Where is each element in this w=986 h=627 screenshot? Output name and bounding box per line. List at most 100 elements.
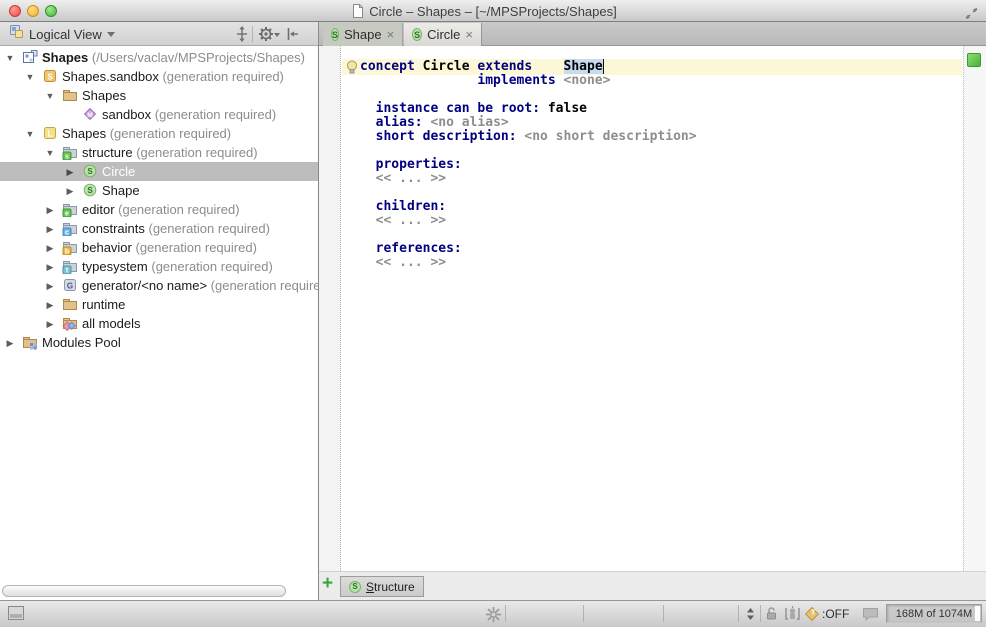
editor-text[interactable] <box>360 157 376 172</box>
editor-line[interactable]: instance can be root: false <box>360 102 697 116</box>
view-selector-dropdown[interactable]: Logical View <box>5 24 119 44</box>
collapse-icon[interactable]: ▼ <box>4 53 16 63</box>
editor-line[interactable] <box>360 186 697 200</box>
tree-item-shapes-sandbox[interactable]: ▼SShapes.sandbox (generation required) <box>0 67 318 86</box>
collapse-icon[interactable]: ▼ <box>44 91 56 101</box>
selected-cell[interactable]: Shape <box>564 59 604 74</box>
tree-item-editor[interactable]: ▶eeditor (generation required) <box>0 200 318 219</box>
expand-icon[interactable]: ▶ <box>44 224 56 235</box>
editor-text[interactable] <box>360 213 376 228</box>
editor-line[interactable]: implements <none> <box>360 74 697 88</box>
tree-item-shape[interactable]: ▶SShape <box>0 181 318 200</box>
tab-circle[interactable]: S Circle × <box>404 23 482 46</box>
editor-text[interactable]: implements <box>477 73 563 88</box>
tree-item-runtime[interactable]: ▶runtime <box>0 295 318 314</box>
tree-item-structure[interactable]: ▼sstructure (generation required) <box>0 143 318 162</box>
editor-line[interactable]: << ... >> <box>360 256 697 270</box>
editor-line[interactable]: short description: <no short description… <box>360 130 697 144</box>
expand-icon[interactable]: ▶ <box>64 186 76 197</box>
editor-text[interactable]: instance can be root: <box>376 101 548 116</box>
editor-text[interactable]: Circle <box>423 59 478 74</box>
concept-editor[interactable]: concept Circle extends Shape implements … <box>319 46 986 600</box>
expand-icon[interactable]: ▶ <box>64 167 76 178</box>
toolwindow-toggle-icon[interactable] <box>8 606 24 620</box>
gear-icon[interactable] <box>258 26 274 47</box>
tree-item-shapes[interactable]: ▼Shapes <box>0 86 318 105</box>
hector-inspector-icon[interactable] <box>784 605 801 627</box>
memory-indicator[interactable]: 168M of 1074M <box>886 604 982 623</box>
editor-text[interactable]: false <box>548 101 587 116</box>
editor-line[interactable] <box>360 144 697 158</box>
expand-icon[interactable]: ▶ <box>44 243 56 254</box>
tab-structure[interactable]: S Structure <box>340 576 424 597</box>
expand-icon[interactable]: ▶ <box>44 262 56 273</box>
editor-text[interactable]: properties: <box>376 157 462 172</box>
tree-item-shapes[interactable]: ▼Shapes (/Users/vaclav/MPSProjects/Shape… <box>0 48 318 67</box>
editor-text[interactable]: <none> <box>564 73 611 88</box>
editor-line[interactable]: references: <box>360 242 697 256</box>
expand-icon[interactable]: ▶ <box>4 338 16 349</box>
editor-line[interactable]: concept Circle extends Shape <box>360 60 697 74</box>
editor-line[interactable] <box>360 228 697 242</box>
tree-item-modules-pool[interactable]: ▶Modules Pool <box>0 333 318 352</box>
add-aspect-button[interactable]: + <box>322 573 333 595</box>
collapse-icon[interactable]: ▼ <box>24 129 36 139</box>
editor-text[interactable]: alias: <box>376 115 431 130</box>
editor-line[interactable]: alias: <no alias> <box>360 116 697 130</box>
autoscroll-from-source-icon[interactable] <box>234 26 250 47</box>
editor-text[interactable] <box>360 199 376 214</box>
editor-text[interactable]: <no short description> <box>524 129 696 144</box>
horizontal-scrollbar-thumb[interactable] <box>2 585 286 597</box>
editor-line[interactable]: children: <box>360 200 697 214</box>
editor-text[interactable] <box>360 73 477 88</box>
tree-item-sandbox[interactable]: Msandbox (generation required) <box>0 105 318 124</box>
tree-item-shapes[interactable]: ▼LShapes (generation required) <box>0 124 318 143</box>
tree-item-all-models[interactable]: ▶all models <box>0 314 318 333</box>
tree-item-constraints[interactable]: ▶cconstraints (generation required) <box>0 219 318 238</box>
no-errors-indicator[interactable] <box>967 53 981 67</box>
line-position-stepper-icon[interactable] <box>745 607 756 626</box>
editor-text[interactable]: extends <box>477 59 532 74</box>
editor-text[interactable] <box>360 255 376 270</box>
editor-text[interactable]: references: <box>376 241 462 256</box>
editor-text[interactable]: << ... >> <box>376 255 446 270</box>
editor-line[interactable] <box>360 88 697 102</box>
editor-text[interactable] <box>360 171 376 186</box>
logical-view-icon <box>9 24 24 44</box>
expand-icon[interactable]: ▶ <box>44 319 56 330</box>
collapse-icon[interactable]: ▼ <box>24 72 36 82</box>
editor-text[interactable]: children: <box>376 199 446 214</box>
editor-line[interactable]: << ... >> <box>360 214 697 228</box>
typesystem-badge-icon[interactable]: T <box>805 607 819 621</box>
expand-icon[interactable]: ▶ <box>44 300 56 311</box>
editor-text[interactable] <box>360 115 376 130</box>
editor-text[interactable]: concept <box>360 59 423 74</box>
close-tab-icon[interactable]: × <box>465 28 473 41</box>
intention-bulb-icon[interactable] <box>346 60 358 79</box>
lock-icon[interactable] <box>765 606 778 626</box>
tree-item-typesystem[interactable]: ▶ttypesystem (generation required) <box>0 257 318 276</box>
tree-item-generator-no-name-[interactable]: ▶Ggenerator/<no name> (generation requir… <box>0 276 318 295</box>
tree-item-behavior[interactable]: ▶bbehavior (generation required) <box>0 238 318 257</box>
close-tab-icon[interactable]: × <box>387 28 395 41</box>
editor-text[interactable]: <no alias> <box>430 115 508 130</box>
notification-bubble-icon[interactable] <box>862 607 879 626</box>
tree-item-circle[interactable]: ▶SCircle <box>0 162 318 181</box>
tab-shape[interactable]: S Shape × <box>323 23 403 46</box>
collapse-icon[interactable]: ▼ <box>44 148 56 158</box>
editor-text[interactable] <box>360 101 376 116</box>
editor-line[interactable]: properties: <box>360 158 697 172</box>
editor-text[interactable]: << ... >> <box>376 171 446 186</box>
highlighting-mode-label[interactable]: :OFF <box>822 607 849 621</box>
editor-text[interactable] <box>532 59 563 74</box>
editor-text[interactable] <box>360 129 376 144</box>
error-stripe[interactable] <box>963 46 986 571</box>
expand-icon[interactable]: ▶ <box>44 205 56 216</box>
editor-text[interactable]: short description: <box>376 129 525 144</box>
editor-text[interactable] <box>360 241 376 256</box>
editor-line[interactable]: << ... >> <box>360 172 697 186</box>
background-tasks-icon[interactable] <box>486 607 501 627</box>
expand-icon[interactable]: ▶ <box>44 281 56 292</box>
editor-text[interactable]: << ... >> <box>376 213 446 228</box>
hide-panel-icon[interactable] <box>285 26 299 47</box>
